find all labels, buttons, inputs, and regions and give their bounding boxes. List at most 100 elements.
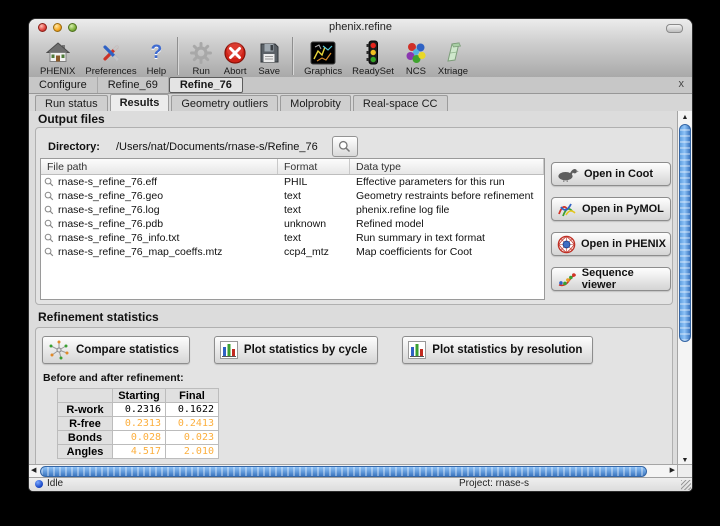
toolbar-button-xtriage[interactable]: Xtriage [433, 37, 473, 77]
stat-starting-value: 0.2316 [113, 403, 166, 417]
titlebar[interactable]: phenix.refine [29, 19, 692, 35]
subtab-results[interactable]: Results [110, 94, 170, 111]
toolbar-button-help[interactable]: ? Help [142, 37, 172, 77]
browse-directory-button[interactable] [332, 136, 358, 157]
phenix-refine-window: phenix.refine PHENIX Preferences ? Help [28, 18, 693, 492]
pymol-ribbon-icon [557, 200, 577, 218]
file-path: rnase-s_refine_76.eff [58, 176, 157, 188]
toolbar-button-run[interactable]: Run [184, 37, 218, 77]
toolbar-toggle-button[interactable] [666, 24, 683, 33]
toolbar-label: PHENIX [40, 66, 75, 77]
subtab-molprobity[interactable]: Molprobity [280, 95, 351, 111]
table-row[interactable]: rnase-s_refine_76_map_coeffs.mtz ccp4_mt… [41, 245, 544, 259]
window-chrome: phenix.refine PHENIX Preferences ? Help [29, 19, 692, 78]
file-format: PHIL [278, 176, 350, 188]
stat-label: Bonds [58, 431, 113, 445]
toolbar-button-preferences[interactable]: Preferences [80, 37, 141, 77]
vertical-scrollbar-thumb[interactable] [679, 124, 691, 342]
toolbar-label: Help [147, 66, 167, 77]
toolbar-button-graphics[interactable]: Graphics [299, 37, 347, 77]
search-icon [44, 191, 54, 201]
stat-final-value: 0.2413 [166, 417, 219, 431]
tab-refine-76[interactable]: Refine_76 [169, 77, 243, 93]
file-data-type: phenix.refine log file [350, 204, 544, 216]
stat-starting-value: 0.2313 [113, 417, 166, 431]
tab-close-icon[interactable]: x [679, 78, 685, 90]
stat-final-value: 0.1622 [166, 403, 219, 417]
before-after-caption: Before and after refinement: [43, 372, 184, 384]
file-path: rnase-s_refine_76.geo [58, 190, 163, 202]
bar-chart-icon [408, 341, 426, 359]
toolbar-button-phenix[interactable]: PHENIX [35, 37, 80, 77]
col-data-type[interactable]: Data type [350, 159, 544, 174]
directory-label: Directory: [48, 141, 100, 153]
resize-grip[interactable] [681, 480, 691, 490]
col-file-path[interactable]: File path [41, 159, 278, 174]
stats-row-angles: Angles 4.517 2.010 [58, 445, 219, 459]
graphics-icon [310, 40, 336, 66]
open-in-pymol-button[interactable]: Open in PyMOL [551, 197, 671, 221]
table-row[interactable]: rnase-s_refine_76.log text phenix.refine… [41, 203, 544, 217]
button-label: Plot statistics by resolution [432, 344, 582, 356]
toolbar-button-ncs[interactable]: NCS [399, 37, 433, 77]
house-icon [46, 40, 70, 66]
tab-configure[interactable]: Configure [29, 77, 98, 93]
toolbar-button-abort[interactable]: Abort [218, 37, 252, 77]
subtab-run-status[interactable]: Run status [35, 95, 108, 111]
bar-chart-icon [220, 341, 238, 359]
search-icon [44, 205, 54, 215]
table-row[interactable]: rnase-s_refine_76.pdb unknown Refined mo… [41, 217, 544, 231]
file-path: rnase-s_refine_76_map_coeffs.mtz [58, 246, 222, 258]
open-file-actions: Open in Coot Open in PyMOL Open in PHENI… [551, 162, 671, 302]
subtab-geometry-outliers[interactable]: Geometry outliers [171, 95, 278, 111]
file-data-type: Map coefficients for Coot [350, 246, 544, 258]
file-data-type: Run summary in text format [350, 232, 544, 244]
toolbar-button-save[interactable]: Save [252, 37, 286, 77]
stats-row-bonds: Bonds 0.028 0.023 [58, 431, 219, 445]
table-header[interactable]: File path Format Data type [41, 159, 544, 175]
file-data-type: Geometry restraints before refinement [350, 190, 544, 202]
sequence-viewer-button[interactable]: Sequence viewer [551, 267, 671, 291]
status-text: Idle [47, 478, 63, 489]
toolbar-button-readyset[interactable]: ReadySet [347, 37, 399, 77]
stats-row-r-work: R-work 0.2316 0.1622 [58, 403, 219, 417]
traffic-light-icon [361, 40, 385, 66]
status-indicator-icon [35, 480, 43, 488]
compare-statistics-button[interactable]: Compare statistics [42, 336, 190, 364]
horizontal-scrollbar[interactable]: ◀ ▶ [29, 464, 679, 478]
table-row[interactable]: rnase-s_refine_76.geo text Geometry rest… [41, 189, 544, 203]
output-files-groupbox: Directory: /Users/nat/Documents/rnase-s/… [35, 127, 673, 305]
button-label: Open in PyMOL [582, 203, 664, 215]
tab-refine-69[interactable]: Refine_69 [98, 77, 169, 93]
corner-cell [58, 389, 113, 403]
search-icon [44, 247, 54, 257]
search-icon [338, 140, 351, 153]
plot-statistics-by-cycle-button[interactable]: Plot statistics by cycle [214, 336, 378, 364]
scroll-right-icon[interactable]: ▶ [670, 466, 675, 474]
question-icon: ? [151, 40, 163, 66]
scroll-up-icon[interactable]: ▲ [678, 111, 692, 123]
search-icon [44, 233, 54, 243]
horizontal-scrollbar-thumb[interactable] [40, 466, 647, 477]
stat-label: Angles [58, 445, 113, 459]
table-row[interactable]: rnase-s_refine_76_info.txt text Run summ… [41, 231, 544, 245]
toolbar-label: Preferences [85, 66, 136, 77]
vertical-scrollbar[interactable]: ▲ ▼ [677, 111, 692, 466]
plot-statistics-by-resolution-button[interactable]: Plot statistics by resolution [402, 336, 593, 364]
scroll-left-icon[interactable]: ◀ [31, 466, 36, 474]
table-row[interactable]: rnase-s_refine_76.eff PHIL Effective par… [41, 175, 544, 189]
subtab-real-space-cc[interactable]: Real-space CC [353, 95, 448, 111]
ncs-icon [404, 40, 428, 66]
file-data-type: Effective parameters for this run [350, 176, 544, 188]
output-files-table[interactable]: File path Format Data type rnase-s_refin… [40, 158, 545, 300]
file-format: text [278, 232, 350, 244]
stats-header-row: Starting Final [58, 389, 219, 403]
search-icon [44, 177, 54, 187]
file-format: ccp4_mtz [278, 246, 350, 258]
col-format[interactable]: Format [278, 159, 350, 174]
refinement-statistics-groupbox: Compare statistics Plot statistics by cy… [35, 327, 673, 466]
toolbar-label: Save [258, 66, 280, 77]
open-in-coot-button[interactable]: Open in Coot [551, 162, 671, 186]
results-tab-bar: Run status Results Geometry outliers Mol… [29, 94, 692, 112]
open-in-phenix-button[interactable]: Open in PHENIX [551, 232, 671, 256]
